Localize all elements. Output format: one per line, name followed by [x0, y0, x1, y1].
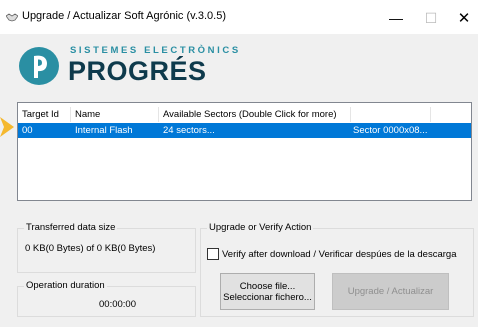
- transfer-label: Transferred data size: [24, 222, 118, 233]
- verify-checkbox[interactable]: Verify after download / Verificar despúe…: [207, 248, 456, 260]
- action-group: Upgrade or Verify Action Verify after do…: [200, 222, 474, 317]
- cell-available-sectors: 24 sectors...: [163, 125, 215, 136]
- transfer-value: 0 KB(0 Bytes) of 0 KB(0 Bytes): [25, 243, 156, 254]
- handshake-icon: [6, 13, 18, 22]
- duration-label: Operation duration: [24, 280, 107, 291]
- upgrade-button-label: Upgrade / Actualizar: [347, 286, 434, 297]
- window-title: Upgrade / Actualizar Soft Agrónic (v.3.0…: [22, 10, 227, 22]
- minimize-button[interactable]: —: [381, 6, 411, 30]
- cell-target-id: 00: [22, 125, 33, 136]
- verify-checkbox-label: Verify after download / Verificar despúe…: [222, 248, 457, 260]
- choose-file-label-1: Choose file...: [239, 280, 296, 292]
- transfer-group: Transferred data size 0 KB(0 Bytes) of 0…: [17, 222, 196, 273]
- choose-file-label-2: Seleccionar fichero...: [223, 291, 312, 303]
- close-button[interactable]: ✕: [449, 6, 478, 30]
- table-row[interactable]: 00 Internal Flash 24 sectors... Sector 0…: [18, 123, 471, 138]
- column-header-name[interactable]: Name: [71, 107, 159, 122]
- title-bar[interactable]: Upgrade / Actualizar Soft Agrónic (v.3.0…: [0, 0, 478, 34]
- checkbox-box[interactable]: [207, 248, 219, 260]
- column-header-available-sectors[interactable]: Available Sectors (Double Click for more…: [159, 107, 351, 122]
- upgrade-button[interactable]: Upgrade / Actualizar: [332, 273, 449, 310]
- duration-group: Operation duration 00:00:00: [17, 280, 196, 317]
- sectors-table[interactable]: Target Id Name Available Sectors (Double…: [17, 102, 472, 201]
- choose-file-button[interactable]: Choose file... Seleccionar fichero...: [220, 273, 315, 310]
- column-header-target-id[interactable]: Target Id: [18, 107, 71, 122]
- progres-logo: SISTEMES ELECTRÒNICS PROGRÉS: [18, 44, 258, 88]
- arrow-pointer-icon: [0, 117, 14, 137]
- table-header: Target Id Name Available Sectors (Double…: [18, 107, 471, 122]
- cell-sector-detail: Sector 0000x08...: [353, 125, 428, 136]
- action-group-label: Upgrade or Verify Action: [207, 222, 314, 233]
- column-header-extra[interactable]: [351, 107, 431, 122]
- logo-brand: PROGRÉS: [68, 56, 207, 86]
- maximize-button[interactable]: ☐: [416, 6, 446, 30]
- cell-name: Internal Flash: [75, 125, 133, 136]
- duration-value: 00:00:00: [99, 299, 136, 310]
- logo-subtitle: SISTEMES ELECTRÒNICS: [70, 45, 241, 56]
- progres-logo-mark: [19, 47, 59, 85]
